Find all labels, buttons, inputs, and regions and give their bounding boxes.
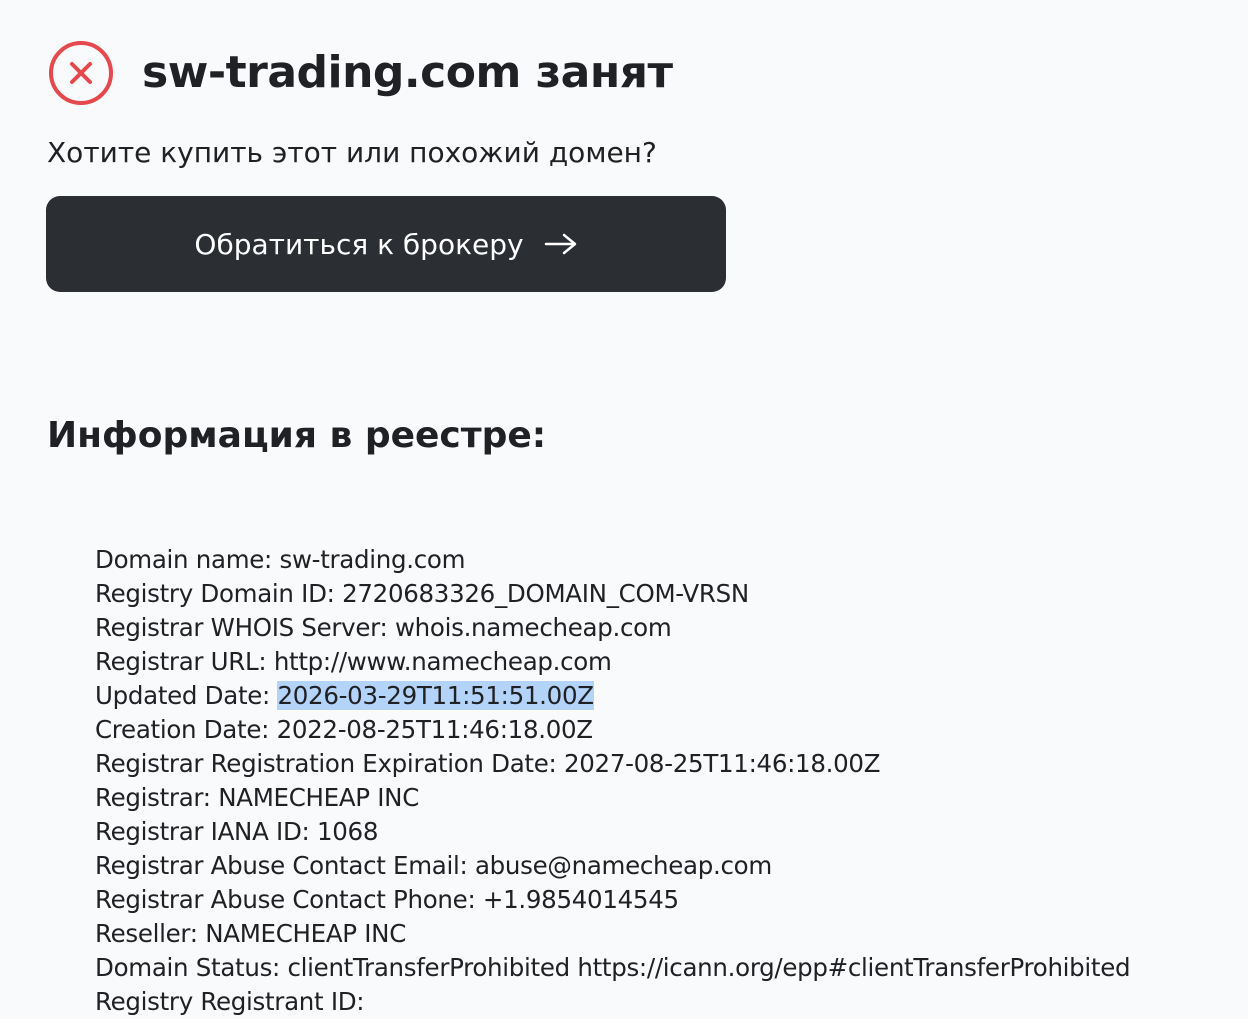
whois-value: abuse@namecheap.com [474,851,772,880]
whois-value: 2022-08-25T11:46:18.00Z [276,715,594,744]
whois-line-expiration-date: Registrar Registration Expiration Date: … [95,747,1235,781]
whois-label: Domain name: [95,545,280,574]
whois-line-updated-date: Updated Date: 2026-03-29T11:51:51.00Z [95,679,1235,713]
whois-value: NAMECHEAP INC [205,919,407,948]
whois-line-whois-server: Registrar WHOIS Server: whois.namecheap.… [95,611,1235,645]
buy-prompt: Хотите купить этот или похожий домен? [47,136,657,169]
page-title: sw-trading.com занят [142,47,673,98]
whois-line-creation-date: Creation Date: 2022-08-25T11:46:18.00Z [95,713,1235,747]
whois-line-reseller: Reseller: NAMECHEAP INC [95,917,1235,951]
whois-label: Registrar Registration Expiration Date: [95,749,564,778]
whois-label: Updated Date: [95,681,278,710]
whois-label: Domain Status: [95,953,288,982]
whois-label: Creation Date: [95,715,277,744]
close-circle-icon [48,40,114,106]
whois-label: Registrar Abuse Contact Phone: [95,885,483,914]
whois-label: Registrar IANA ID: [95,817,317,846]
whois-line-registrant-id: Registry Registrant ID: [95,985,1235,1019]
whois-value: NAMECHEAP INC [218,783,420,812]
whois-value: 2027-08-25T11:46:18.00Z [563,749,881,778]
status-header: sw-trading.com занят [48,40,673,106]
whois-line-domain-status: Domain Status: clientTransferProhibited … [95,951,1235,985]
whois-label: Reseller: [95,919,206,948]
whois-line-iana-id: Registrar IANA ID: 1068 [95,815,1235,849]
whois-label: Registrar WHOIS Server: [95,613,395,642]
whois-line-abuse-email: Registrar Abuse Contact Email: abuse@nam… [95,849,1235,883]
whois-label: Registry Registrant ID: [95,987,365,1016]
selected-updated-date[interactable]: 2026-03-29T11:51:51.00Z [277,681,594,710]
whois-value: clientTransferProhibited https://icann.o… [287,953,1131,982]
whois-label: Registrar URL: [95,647,274,676]
whois-value: whois.namecheap.com [394,613,672,642]
whois-label: Registrar Abuse Contact Email: [95,851,475,880]
whois-record[interactable]: Domain name: sw-trading.com Registry Dom… [95,543,1235,1019]
whois-label: Registrar: [95,783,219,812]
whois-line-domain-name: Domain name: sw-trading.com [95,543,1235,577]
whois-line-abuse-phone: Registrar Abuse Contact Phone: +1.985401… [95,883,1235,917]
whois-value: http://www.namecheap.com [273,647,612,676]
contact-broker-label: Обратиться к брокеру [194,227,524,261]
whois-value: 1068 [316,817,379,846]
whois-line-registry-domain-id: Registry Domain ID: 2720683326_DOMAIN_CO… [95,577,1235,611]
whois-value: sw-trading.com [279,545,466,574]
whois-line-registrar: Registrar: NAMECHEAP INC [95,781,1235,815]
arrow-right-icon [544,232,578,256]
whois-line-registrar-url: Registrar URL: http://www.namecheap.com [95,645,1235,679]
whois-label: Registry Domain ID: [95,579,343,608]
whois-value: 2720683326_DOMAIN_COM-VRSN [342,579,749,608]
whois-value: +1.9854014545 [482,885,679,914]
contact-broker-button[interactable]: Обратиться к брокеру [46,196,726,292]
registry-info-heading: Информация в реестре: [47,415,547,456]
